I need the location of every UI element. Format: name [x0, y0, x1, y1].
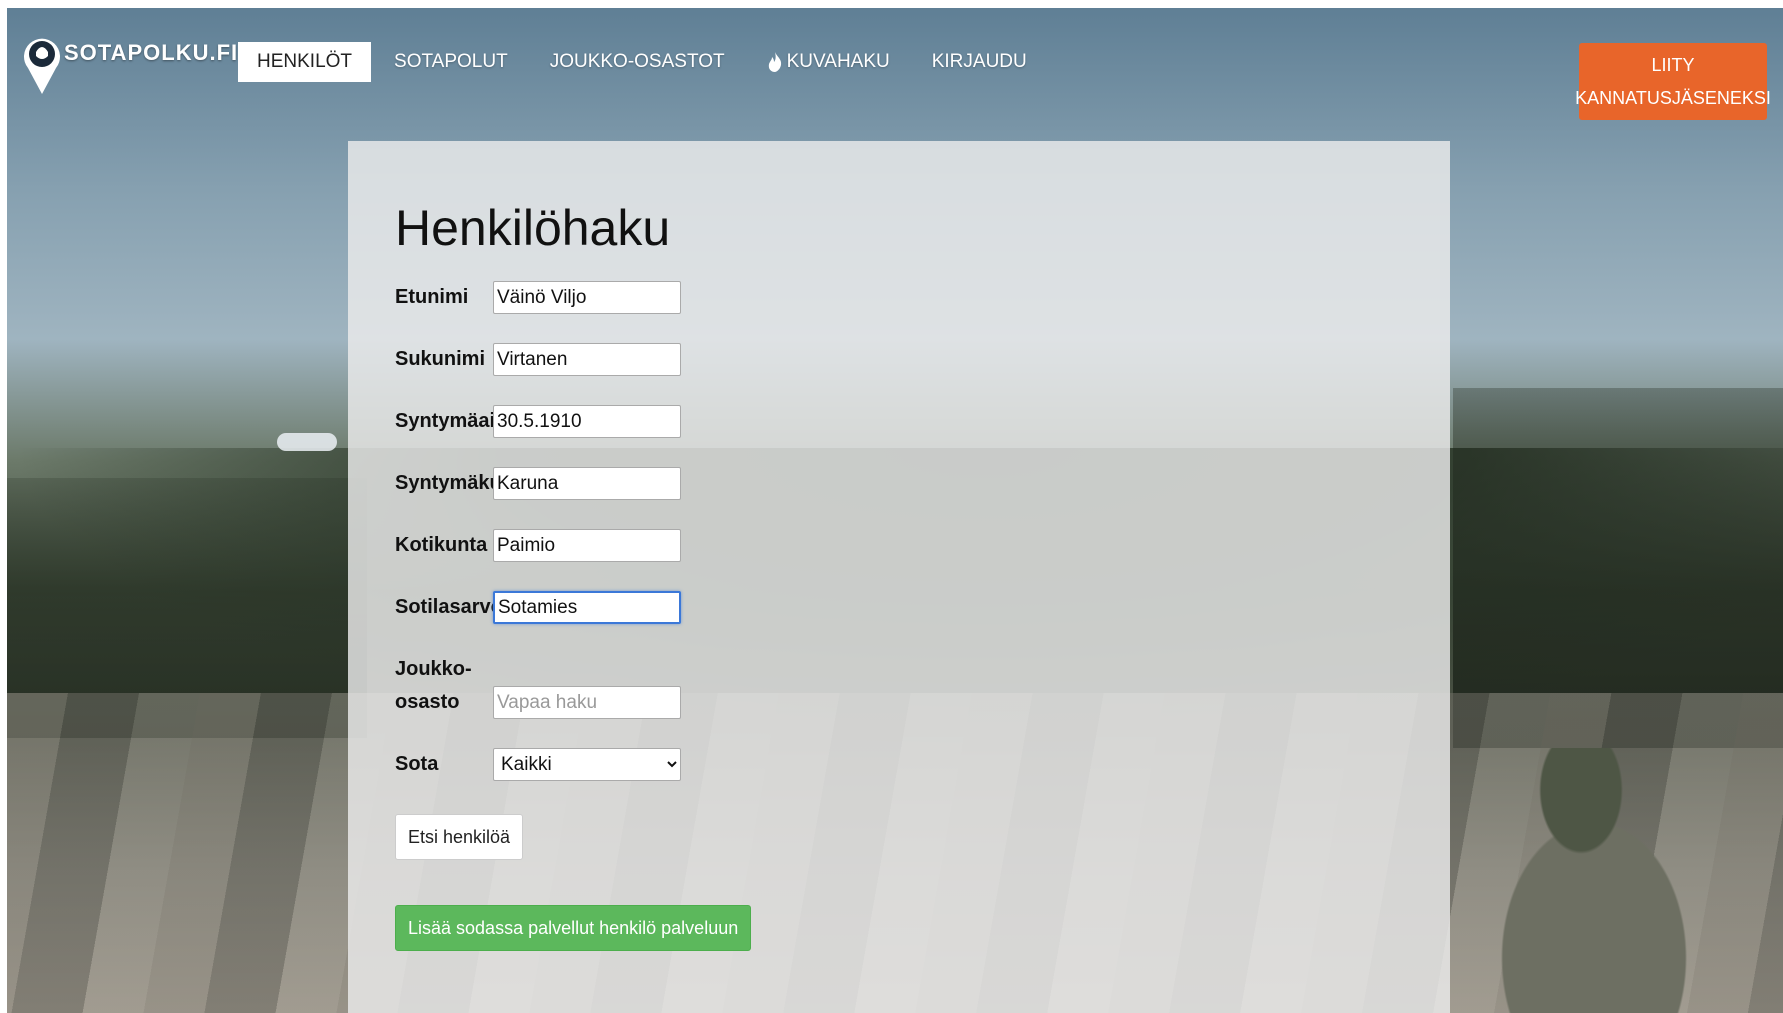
joukko-osasto-input[interactable]	[493, 686, 681, 719]
add-person-button[interactable]: Lisää sodassa palvellut henkilö palveluu…	[395, 905, 752, 951]
syntymaaika-label: Syntymäaika	[395, 410, 493, 432]
syntymaaika-input[interactable]	[493, 405, 681, 438]
form-row-kotikunta: Kotikunta	[395, 529, 681, 562]
background-soldier	[1477, 748, 1737, 1013]
syntymakunta-label: Syntymäkunta	[395, 472, 493, 494]
form-row-syntymakunta: Syntymäkunta	[395, 467, 681, 500]
sotilasarvo-input[interactable]	[493, 591, 681, 624]
joukko-osasto-label: Joukko-osasto	[395, 658, 472, 713]
nav-item-joukko-osastot[interactable]: JOUKKO-OSASTOT	[531, 42, 744, 82]
nav-item-kuvahaku-label: KUVAHAKU	[786, 51, 890, 72]
form-row-etunimi: Etunimi	[395, 281, 681, 314]
form-row-syntymaaika: Syntymäaika	[395, 405, 681, 438]
sota-label: Sota	[395, 753, 439, 775]
kotikunta-label: Kotikunta	[395, 534, 488, 556]
nav-item-kirjaudu[interactable]: KIRJAUDU	[913, 42, 1046, 82]
form-row-joukko-osasto: Joukko-osasto	[395, 653, 681, 719]
sukunimi-input[interactable]	[493, 343, 681, 376]
form-row-sukunimi: Sukunimi	[395, 343, 681, 376]
sotilasarvo-label: Sotilasarvo	[395, 596, 493, 618]
join-button-line2: KANNATUSJÄSENEKSI	[1575, 87, 1771, 108]
page-title: Henkilöhaku	[395, 200, 671, 256]
syntymakunta-input[interactable]	[493, 467, 681, 500]
main-nav: HENKILÖT SOTAPOLUT JOUKKO-OSASTOT KUVAHA…	[238, 42, 1050, 82]
search-panel: Henkilöhaku Etunimi Sukunimi Syntymäaika…	[348, 141, 1450, 1013]
form-row-sotilasarvo: Sotilasarvo	[395, 591, 681, 624]
join-button-line1: LIITY	[1651, 54, 1695, 75]
join-member-button[interactable]: LIITY KANNATUSJÄSENEKSI	[1575, 43, 1771, 120]
map-pin-icon	[24, 38, 61, 94]
site-logo[interactable]: SOTAPOLKU.FI	[22, 32, 238, 96]
etunimi-label: Etunimi	[395, 286, 469, 308]
form-row-sota: Sota Kaikki	[395, 748, 681, 781]
search-person-button[interactable]: Etsi henkilöä	[395, 814, 524, 860]
sota-select[interactable]: Kaikki	[493, 748, 681, 781]
nav-item-kuvahaku[interactable]: KUVAHAKU	[748, 42, 909, 82]
kotikunta-input[interactable]	[493, 529, 681, 562]
nav-item-sotapolut[interactable]: SOTAPOLUT	[375, 42, 527, 82]
fire-icon	[768, 52, 781, 72]
etunimi-input[interactable]	[493, 281, 681, 314]
nav-item-henkilot[interactable]: HENKILÖT	[238, 42, 372, 82]
logo-text: SOTAPOLKU.FI	[64, 40, 239, 65]
background-cloud	[277, 433, 337, 451]
sukunimi-label: Sukunimi	[395, 348, 486, 370]
